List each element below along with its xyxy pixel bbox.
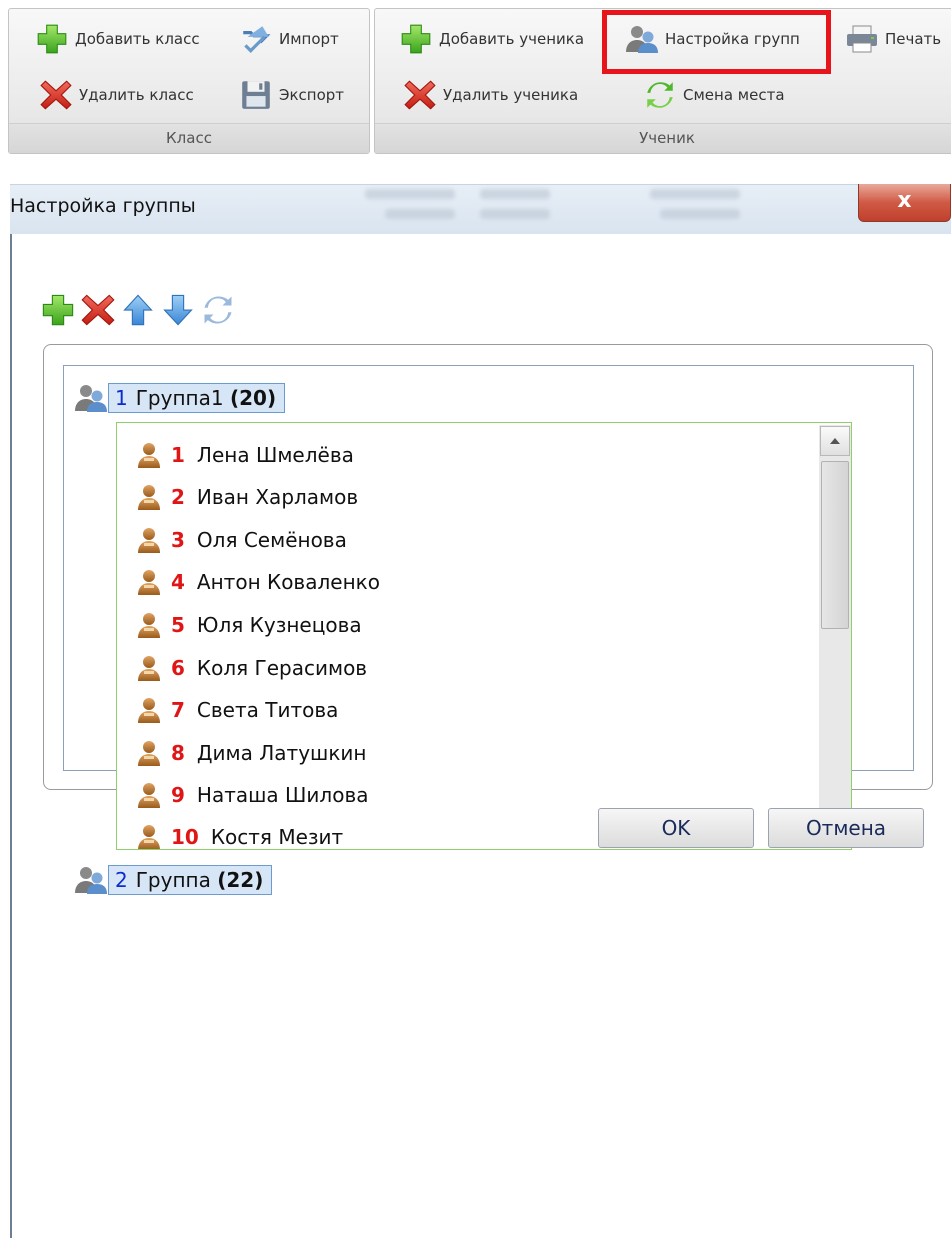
group-icon — [74, 383, 108, 413]
list-item[interactable]: 7 Света Титова — [135, 692, 338, 728]
group-name: Группа — [135, 868, 211, 892]
student-name: Коля Герасимов — [196, 656, 368, 680]
delete-student-label: Удалить ученика — [443, 86, 579, 104]
student-name: Оля Семёнова — [196, 528, 347, 552]
list-item[interactable]: 10 Костя Мезит — [135, 819, 344, 850]
close-icon: x — [897, 188, 912, 213]
student-icon — [135, 822, 163, 850]
student-number: 1 — [171, 443, 185, 467]
group-node-1[interactable]: 1 Группа1 (20) — [74, 383, 286, 413]
student-name: Лена Шмелёва — [196, 443, 354, 467]
add-student-button[interactable]: Добавить ученика — [395, 19, 588, 59]
student-icon — [135, 610, 163, 640]
student-name: Иван Харламов — [196, 485, 359, 509]
student-name: Света Титова — [196, 698, 339, 722]
student-number: 7 — [171, 698, 185, 722]
highlight-box — [602, 10, 831, 74]
student-icon — [135, 567, 163, 597]
cross-icon — [403, 78, 437, 112]
export-label: Экспорт — [279, 86, 345, 104]
student-number: 3 — [171, 528, 185, 552]
student-number: 2 — [171, 485, 185, 509]
list-item[interactable]: 4 Антон Коваленко — [135, 564, 380, 600]
group-count: (20) — [229, 386, 277, 410]
list-item[interactable]: 2 Иван Харламов — [135, 479, 358, 515]
student-name: Антон Коваленко — [196, 570, 380, 594]
cross-icon[interactable] — [80, 292, 116, 328]
arrow-up-icon[interactable] — [120, 292, 156, 328]
import-label: Импорт — [279, 30, 339, 48]
student-number: 8 — [171, 741, 185, 765]
cross-icon — [39, 78, 73, 112]
student-icon — [135, 653, 163, 683]
student-number: 9 — [171, 783, 185, 807]
group-toolbar — [40, 290, 236, 330]
printer-icon — [845, 22, 879, 56]
arrow-down-icon[interactable] — [160, 292, 196, 328]
student-icon — [135, 738, 163, 768]
student-icon — [135, 695, 163, 725]
group-number: 1 — [115, 386, 128, 410]
change-seat-button[interactable]: Смена места — [639, 75, 789, 115]
delete-class-button[interactable]: Удалить класс — [35, 75, 198, 115]
add-class-label: Добавить класс — [75, 30, 200, 48]
print-button[interactable]: Печать — [841, 19, 945, 59]
group-icon — [74, 865, 108, 895]
list-item[interactable]: 6 Коля Герасимов — [135, 650, 367, 686]
import-icon — [239, 22, 273, 56]
import-button[interactable]: Импорт — [235, 19, 343, 59]
student-icon — [135, 440, 163, 470]
scrollbar-thumb[interactable] — [821, 461, 849, 629]
list-item[interactable]: 3 Оля Семёнова — [135, 522, 347, 558]
cancel-button[interactable]: Отмена — [768, 808, 924, 848]
ok-button[interactable]: OK — [598, 808, 754, 848]
student-name: Наташа Шилова — [196, 783, 369, 807]
class-group: Добавить класс Импорт Удалить класс Эксп… — [8, 8, 370, 154]
group-count: (22) — [217, 868, 264, 892]
plus-icon — [399, 22, 433, 56]
export-button[interactable]: Экспорт — [235, 75, 348, 115]
floppy-icon — [239, 78, 273, 112]
student-group-caption: Ученик — [375, 123, 951, 153]
chevron-up-icon — [830, 438, 840, 444]
student-number: 4 — [171, 570, 185, 594]
list-item[interactable]: 8 Дима Латушкин — [135, 735, 366, 771]
student-list[interactable]: 1 Лена Шмелёва 2 Иван Харламов 3 Оля Семёно… — [116, 422, 852, 850]
refresh-icon — [643, 78, 677, 112]
vertical-scrollbar[interactable] — [819, 425, 851, 847]
delete-student-button[interactable]: Удалить ученика — [399, 75, 582, 115]
add-class-button[interactable]: Добавить класс — [31, 19, 204, 59]
group-number: 2 — [115, 868, 128, 892]
scroll-up-button[interactable] — [820, 426, 850, 456]
group-label-1[interactable]: 1 Группа1 (20) — [108, 383, 286, 413]
student-name: Костя Мезит — [210, 825, 344, 849]
student-name: Юля Кузнецова — [196, 613, 362, 637]
student-number: 5 — [171, 613, 185, 637]
student-icon — [135, 482, 163, 512]
plus-icon — [35, 22, 69, 56]
delete-class-label: Удалить класс — [79, 86, 194, 104]
class-group-caption: Класс — [9, 123, 369, 153]
dialog-title-bar[interactable]: Настройка группы — [10, 184, 951, 234]
group-node-2[interactable]: 2 Группа (22) — [74, 865, 273, 895]
dialog-title: Настройка группы — [10, 195, 196, 217]
student-icon — [135, 780, 163, 810]
add-student-label: Добавить ученика — [439, 30, 585, 48]
list-item[interactable]: 5 Юля Кузнецова — [135, 607, 362, 643]
group-name: Группа1 — [135, 386, 224, 410]
change-seat-label: Смена места — [683, 86, 785, 104]
close-button[interactable]: x — [858, 184, 951, 222]
group-label-2[interactable]: 2 Группа (22) — [108, 865, 273, 895]
list-item[interactable]: 9 Наташа Шилова — [135, 777, 368, 813]
list-item[interactable]: 1 Лена Шмелёва — [135, 437, 354, 473]
student-name: Дима Латушкин — [196, 741, 367, 765]
student-number: 10 — [171, 825, 199, 849]
student-number: 6 — [171, 656, 185, 680]
print-label: Печать — [885, 30, 942, 48]
plus-icon[interactable] — [40, 292, 76, 328]
refresh-icon[interactable] — [200, 292, 236, 328]
student-icon — [135, 525, 163, 555]
